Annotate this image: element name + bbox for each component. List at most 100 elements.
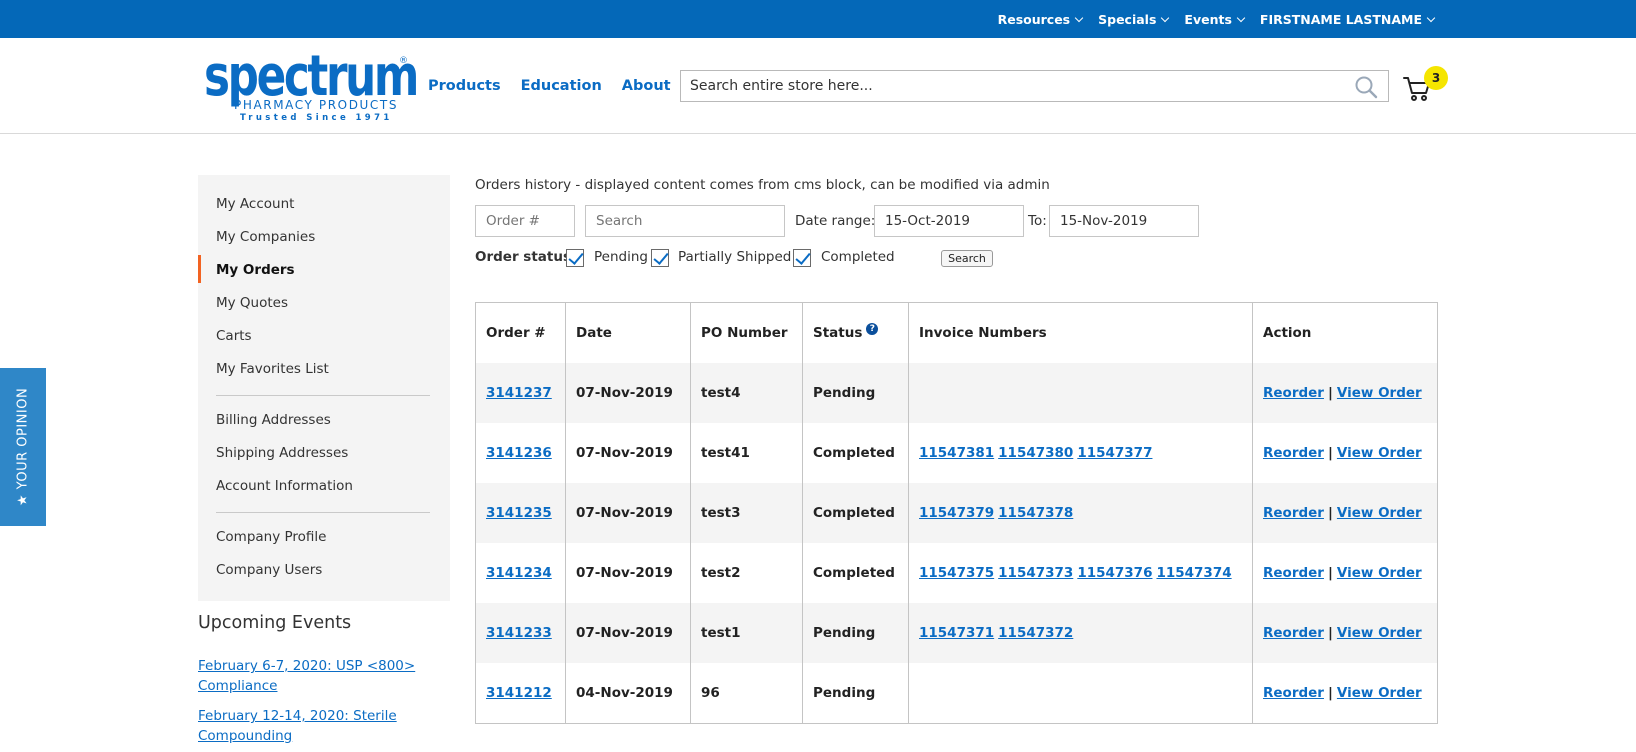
po-number-cell: test2: [701, 565, 741, 581]
top-nav-resources[interactable]: Resources: [998, 12, 1085, 27]
status-pending-checkbox[interactable]: [566, 249, 584, 267]
your-opinion-tab[interactable]: ★ YOUR OPINION: [0, 368, 46, 526]
sidebar-item-my-companies[interactable]: My Companies: [216, 229, 315, 245]
order-search-input[interactable]: [585, 205, 785, 237]
action-cell: Reorder | View Order: [1253, 543, 1422, 603]
sidebar-item-shipping-addresses[interactable]: Shipping Addresses: [216, 445, 348, 461]
status-completed-checkbox[interactable]: [793, 249, 811, 267]
logo-registered-mark: ®: [399, 56, 408, 66]
order-status-cell: Pending: [813, 385, 876, 401]
invoice-numbers-cell: 11547381 11547380 11547377: [909, 423, 1156, 483]
account-sidebar: My Account My Companies My Orders My Quo…: [198, 175, 450, 601]
reorder-link[interactable]: Reorder: [1263, 565, 1324, 581]
reorder-link[interactable]: Reorder: [1263, 505, 1324, 521]
order-status-label: Order status:: [475, 249, 577, 265]
top-nav: Resources Specials Events FIRSTNAME LAST…: [998, 0, 1436, 38]
column-header-order: Order #: [486, 325, 546, 341]
status-completed-label: Completed: [821, 249, 895, 265]
invoice-link[interactable]: 11547375: [919, 565, 994, 581]
invoice-link[interactable]: 11547380: [998, 445, 1073, 461]
table-header-row: Order # Date PO Number Status? Invoice N…: [476, 303, 1437, 363]
sidebar-item-my-favorites-list[interactable]: My Favorites List: [216, 361, 329, 377]
order-number-link[interactable]: 3141237: [486, 385, 552, 401]
status-partially-shipped-checkbox[interactable]: [651, 249, 669, 267]
order-status-cell: Completed: [813, 565, 895, 581]
column-header-date: Date: [576, 325, 612, 341]
view-order-link[interactable]: View Order: [1337, 505, 1422, 521]
order-number-link[interactable]: 3141235: [486, 505, 552, 521]
order-date-cell: 07-Nov-2019: [576, 565, 673, 581]
view-order-link[interactable]: View Order: [1337, 385, 1422, 401]
order-number-cell: 3141233: [476, 603, 552, 663]
column-divider: [908, 303, 909, 723]
invoice-link[interactable]: 11547371: [919, 625, 994, 641]
invoice-link[interactable]: 11547377: [1077, 445, 1152, 461]
order-number-link[interactable]: 3141234: [486, 565, 552, 581]
invoice-numbers-cell: [909, 363, 919, 423]
date-to-field[interactable]: 15-Nov-2019: [1049, 205, 1199, 237]
view-order-link[interactable]: View Order: [1337, 565, 1422, 581]
nav-education[interactable]: Education: [521, 78, 602, 94]
order-number-link[interactable]: 3141233: [486, 625, 552, 641]
order-status-cell: Completed: [813, 445, 895, 461]
invoice-numbers-cell: 11547375 11547373 11547376 11547374: [909, 543, 1236, 603]
action-cell: Reorder | View Order: [1253, 423, 1422, 483]
nav-products[interactable]: Products: [428, 78, 501, 94]
sidebar-item-carts[interactable]: Carts: [216, 328, 252, 344]
column-header-status: Status?: [803, 303, 879, 363]
column-divider: [565, 303, 566, 723]
orders-search-button[interactable]: Search: [941, 250, 993, 267]
invoice-link[interactable]: 11547373: [998, 565, 1073, 581]
reorder-link[interactable]: Reorder: [1263, 685, 1324, 701]
sidebar-item-my-orders[interactable]: My Orders: [216, 262, 295, 278]
order-status-cell: Pending: [813, 625, 876, 641]
order-number-link[interactable]: 3141236: [486, 445, 552, 461]
table-row: 3141235 07-Nov-2019 test3 Completed 11547379…: [476, 483, 1437, 543]
invoice-link[interactable]: 11547381: [919, 445, 994, 461]
top-bar: Resources Specials Events FIRSTNAME LAST…: [0, 0, 1636, 38]
column-header-action: Action: [1263, 325, 1312, 341]
sidebar-item-company-users[interactable]: Company Users: [216, 562, 322, 578]
cart-count-badge: 3: [1424, 66, 1448, 90]
reorder-link[interactable]: Reorder: [1263, 445, 1324, 461]
table-row: 3141212 04-Nov-2019 96 Pending Reorder | View …: [476, 663, 1437, 723]
search-icon[interactable]: [1354, 75, 1378, 99]
help-icon[interactable]: ?: [866, 323, 879, 335]
column-divider: [690, 303, 691, 723]
sidebar-item-account-information[interactable]: Account Information: [216, 478, 353, 494]
search-input[interactable]: [681, 71, 1341, 101]
chevron-down-icon: [1161, 13, 1170, 22]
top-nav-events[interactable]: Events: [1184, 12, 1246, 27]
site-header: spectrum ® PHARMACY PRODUCTS Trusted Sin…: [0, 38, 1636, 134]
sidebar-item-my-quotes[interactable]: My Quotes: [216, 295, 288, 311]
reorder-link[interactable]: Reorder: [1263, 625, 1324, 641]
invoice-link[interactable]: 11547379: [919, 505, 994, 521]
po-number-cell: test41: [701, 445, 750, 461]
sidebar-divider: [216, 512, 430, 513]
nav-about[interactable]: About: [622, 78, 671, 94]
invoice-link[interactable]: 11547372: [998, 625, 1073, 641]
sidebar-item-company-profile[interactable]: Company Profile: [216, 529, 327, 545]
mini-cart[interactable]: 3: [1400, 66, 1450, 106]
sidebar-item-my-account[interactable]: My Account: [216, 196, 294, 212]
event-link[interactable]: February 6-7, 2020: USP <800> Compliance: [198, 656, 428, 696]
date-from-field[interactable]: 15-Oct-2019: [874, 205, 1024, 237]
invoice-link[interactable]: 11547374: [1156, 565, 1231, 581]
view-order-link[interactable]: View Order: [1337, 685, 1422, 701]
chevron-down-icon: [1236, 13, 1246, 22]
order-date-cell: 07-Nov-2019: [576, 385, 673, 401]
invoice-link[interactable]: 11547376: [1077, 565, 1152, 581]
active-indicator: [198, 255, 201, 283]
view-order-link[interactable]: View Order: [1337, 625, 1422, 641]
event-link[interactable]: February 12-14, 2020: Sterile Compoundin…: [198, 706, 428, 746]
invoice-link[interactable]: 11547378: [998, 505, 1073, 521]
spectrum-logo[interactable]: spectrum ® PHARMACY PRODUCTS Trusted Sin…: [204, 49, 419, 124]
top-nav-specials[interactable]: Specials: [1098, 12, 1170, 27]
order-date-cell: 07-Nov-2019: [576, 625, 673, 641]
order-number-input[interactable]: [475, 205, 575, 237]
reorder-link[interactable]: Reorder: [1263, 385, 1324, 401]
view-order-link[interactable]: View Order: [1337, 445, 1422, 461]
top-nav-user-menu[interactable]: FIRSTNAME LASTNAME: [1260, 12, 1436, 27]
order-number-link[interactable]: 3141212: [486, 685, 552, 701]
sidebar-item-billing-addresses[interactable]: Billing Addresses: [216, 412, 331, 428]
